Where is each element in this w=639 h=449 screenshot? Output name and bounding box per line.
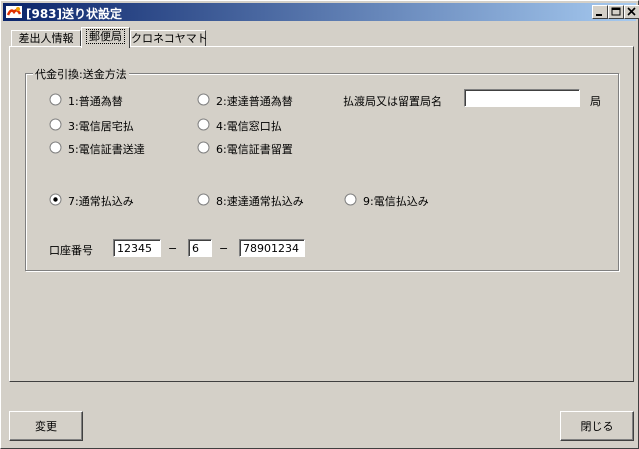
- office-suffix: 局: [590, 95, 601, 108]
- tab-sender-info[interactable]: 差出人情報: [11, 30, 81, 47]
- radio-9-telegraph-transfer[interactable]: 9:電信払込み: [344, 193, 464, 208]
- close-icon: [627, 7, 636, 16]
- change-button[interactable]: 変更: [9, 411, 83, 441]
- radio-unchecked-icon: [49, 141, 62, 154]
- radio-8-express-normal-transfer[interactable]: 8:速達通常払込み: [197, 193, 337, 208]
- maximize-icon: [611, 7, 621, 16]
- maximize-button[interactable]: [608, 5, 624, 19]
- main-window: [983]送り状設定 差出人情報 クロネコヤマト 郵便局 代金引換:送金方法 1…: [0, 0, 639, 449]
- radio-6-telegraph-certificate-hold[interactable]: 6:電信証書留置: [197, 141, 327, 156]
- radio-3-telegraph-home-payment[interactable]: 3:電信居宅払: [49, 118, 169, 133]
- radio-label: 5:電信証書送達: [68, 143, 145, 156]
- office-label: 払渡局又は留置局名: [343, 95, 442, 108]
- radio-label: 9:電信払込み: [363, 195, 429, 208]
- minimize-icon: [596, 14, 602, 16]
- radio-unchecked-icon: [197, 118, 210, 131]
- radio-2-express-money-order[interactable]: 2:速達普通為替: [197, 93, 327, 108]
- minimize-button[interactable]: [592, 5, 608, 19]
- account-dash: −: [168, 242, 178, 255]
- close-window-button[interactable]: [624, 5, 639, 19]
- radio-unchecked-icon: [49, 118, 62, 131]
- radio-label: 4:電信窓口払: [216, 120, 282, 133]
- radio-label: 1:普通為替: [68, 95, 123, 108]
- radio-unchecked-icon: [49, 93, 62, 106]
- account-number-part3[interactable]: [239, 239, 305, 257]
- radio-1-ordinary-money-order[interactable]: 1:普通為替: [49, 93, 169, 108]
- tab-label: 郵便局: [86, 29, 125, 44]
- radio-7-normal-transfer[interactable]: 7:通常払込み: [49, 193, 179, 208]
- window-title: [983]送り状設定: [26, 7, 123, 21]
- tab-post-office[interactable]: 郵便局: [81, 27, 130, 48]
- app-icon[interactable]: [6, 5, 22, 19]
- radio-4-telegraph-counter-payment[interactable]: 4:電信窓口払: [197, 118, 327, 133]
- tab-label: 差出人情報: [18, 32, 74, 45]
- radio-label: 3:電信居宅払: [68, 120, 134, 133]
- account-number-part1[interactable]: [113, 239, 161, 257]
- account-number-part2[interactable]: [188, 239, 212, 257]
- radio-unchecked-icon: [197, 193, 210, 206]
- close-button[interactable]: 閉じる: [560, 411, 634, 441]
- radio-unchecked-icon: [197, 141, 210, 154]
- radio-label: 7:通常払込み: [68, 195, 134, 208]
- group-title: 代金引換:送金方法: [33, 66, 129, 82]
- radio-label: 6:電信証書留置: [216, 143, 293, 156]
- radio-label: 2:速達普通為替: [216, 95, 293, 108]
- tab-label: クロネコヤマト: [131, 32, 208, 45]
- radio-5-telegraph-certificate-delivery[interactable]: 5:電信証書送達: [49, 141, 179, 156]
- radio-unchecked-icon: [344, 193, 357, 206]
- radio-checked-icon: [49, 193, 62, 206]
- title-bar[interactable]: [983]送り状設定: [3, 3, 639, 21]
- tab-kuroneko-yamato[interactable]: クロネコヤマト: [130, 30, 208, 47]
- radio-unchecked-icon: [197, 93, 210, 106]
- account-dash: −: [219, 242, 229, 255]
- account-label: 口座番号: [49, 244, 93, 257]
- office-name-input[interactable]: [464, 89, 580, 107]
- radio-label: 8:速達通常払込み: [216, 195, 304, 208]
